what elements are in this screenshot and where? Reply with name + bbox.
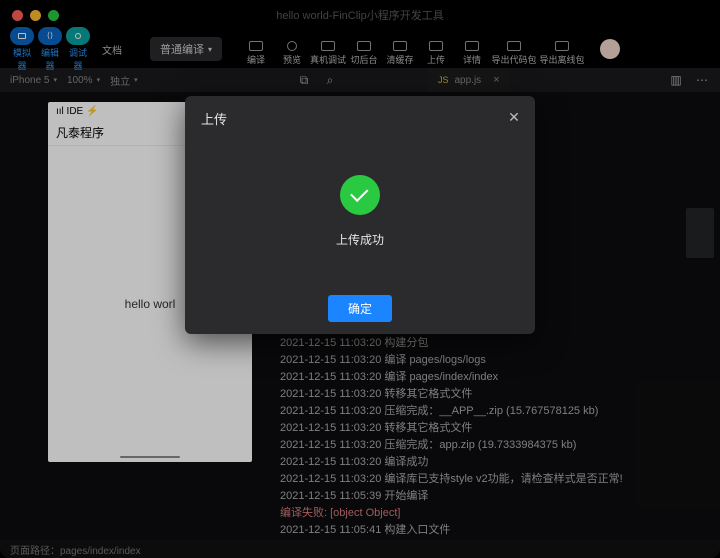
modal-body: 上传成功 bbox=[185, 140, 535, 282]
app-window: hello world-FinClip小程序开发工具 ⟨⟩ 模拟器 编辑器 调试… bbox=[0, 0, 720, 558]
modal-footer: 确定 bbox=[185, 282, 535, 334]
confirm-button[interactable]: 确定 bbox=[328, 295, 392, 322]
confirm-button-label: 确定 bbox=[348, 302, 372, 316]
modal-overlay: 上传 ✕ 上传成功 确定 bbox=[0, 0, 720, 558]
modal-close-button[interactable]: ✕ bbox=[503, 106, 525, 128]
modal-header: 上传 bbox=[185, 96, 535, 140]
modal-title: 上传 bbox=[201, 109, 227, 128]
close-icon: ✕ bbox=[508, 109, 520, 126]
success-icon bbox=[340, 175, 380, 215]
upload-modal: 上传 ✕ 上传成功 确定 bbox=[185, 96, 535, 334]
modal-message: 上传成功 bbox=[336, 231, 384, 248]
checkmark-icon bbox=[350, 183, 368, 201]
